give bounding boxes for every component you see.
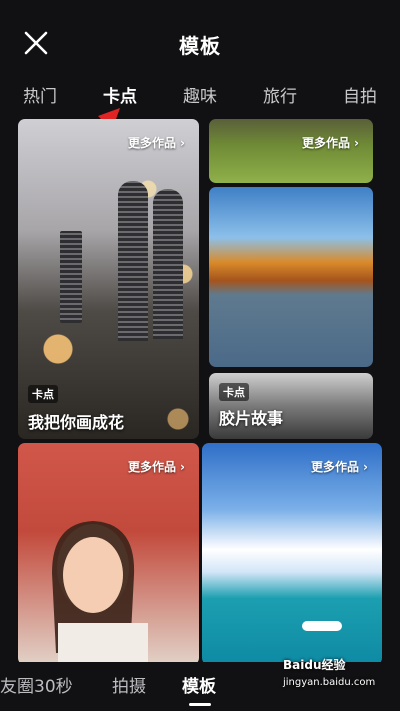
more-works-link[interactable]: 更多作品 › xyxy=(311,458,368,475)
portrait-shape xyxy=(52,521,148,662)
template-card[interactable]: 更多作品 › xyxy=(209,119,373,183)
page-title: 模板 xyxy=(179,34,221,58)
template-thumbnail xyxy=(202,443,382,662)
template-thumbnail[interactable] xyxy=(209,187,373,367)
tab-selfie[interactable]: 自拍 xyxy=(343,82,377,107)
more-works-link[interactable]: 更多作品 › xyxy=(302,134,359,151)
template-card[interactable]: 更多作品 › 卡点 我把你画成花 xyxy=(18,119,199,439)
template-badge: 卡点 xyxy=(219,383,249,401)
watermark-brand: Baidu经验 xyxy=(283,658,346,672)
template-badge: 卡点 xyxy=(28,385,58,403)
tab-travel[interactable]: 旅行 xyxy=(263,82,297,107)
chevron-right-icon: › xyxy=(180,460,185,474)
building-shape xyxy=(153,189,183,339)
template-card[interactable]: 卡点 胶片故事 xyxy=(209,373,373,439)
tab-fun[interactable]: 趣味 xyxy=(183,82,217,107)
more-works-link[interactable]: 更多作品 › xyxy=(128,458,185,475)
lake-image xyxy=(209,187,373,367)
building-shape xyxy=(60,231,82,323)
watermark-url: jingyan.baidu.com xyxy=(283,677,376,688)
nav-item-moments[interactable]: 友圈30秒 xyxy=(0,672,73,697)
top-bar: 模板 xyxy=(0,0,400,82)
template-thumbnail xyxy=(209,119,373,183)
template-title: 胶片故事 xyxy=(219,409,284,428)
boat-shape xyxy=(302,621,342,631)
active-tab-indicator xyxy=(189,703,211,706)
chevron-right-icon: › xyxy=(180,136,185,150)
building-shape xyxy=(118,181,148,341)
template-title: 我把你画成花 xyxy=(28,413,125,432)
nav-item-shoot[interactable]: 拍摄 xyxy=(112,672,146,697)
chevron-right-icon: › xyxy=(354,136,359,150)
more-works-link[interactable]: 更多作品 › xyxy=(128,134,185,151)
template-card[interactable]: 更多作品 › xyxy=(18,443,199,662)
watermark: Baidu经验 jingyan.baidu.com xyxy=(283,656,375,688)
chevron-right-icon: › xyxy=(363,460,368,474)
template-grid: 更多作品 › 卡点 我把你画成花 更多作品 › 卡点 胶片故事 更多作品 › 更多作品… xyxy=(0,117,400,662)
nav-item-templates[interactable]: 模板 xyxy=(182,672,216,697)
template-card[interactable]: 更多作品 › xyxy=(202,443,382,662)
